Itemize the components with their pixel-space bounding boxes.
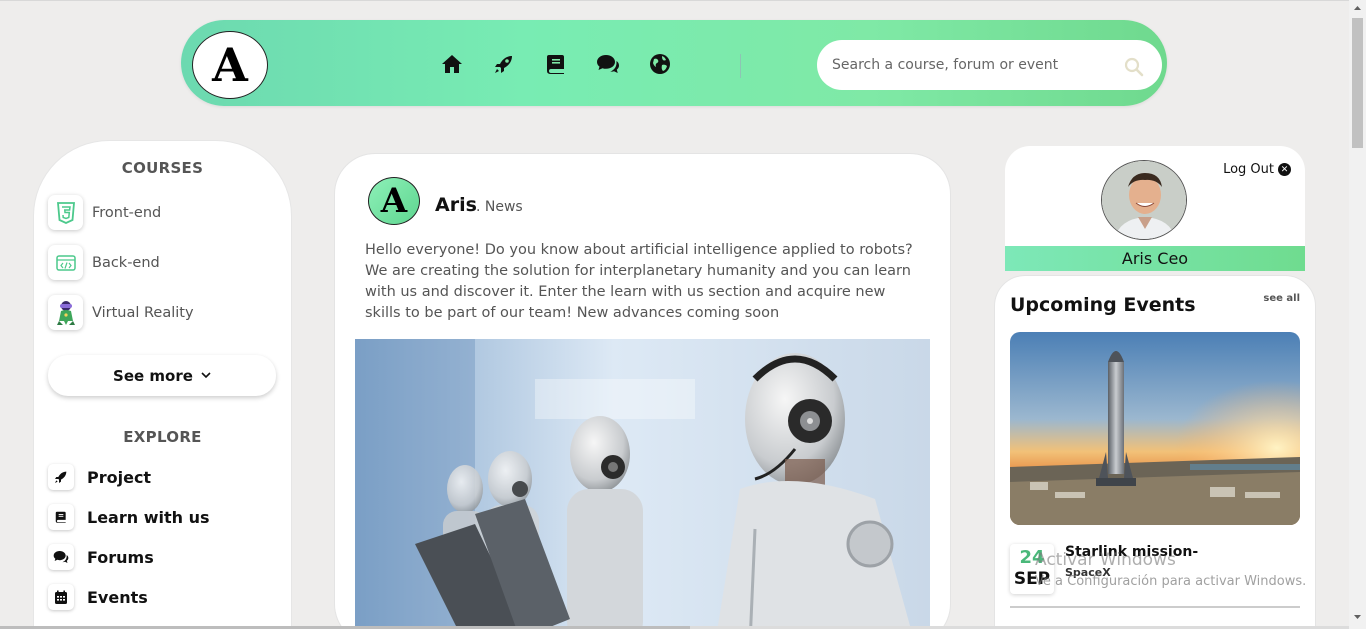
see-all-link[interactable]: see all [1263, 293, 1300, 304]
profile-name: Aris Ceo [1005, 246, 1305, 271]
rocket-icon[interactable] [490, 50, 518, 78]
profile-photo[interactable] [1101, 160, 1187, 240]
book-icon[interactable] [542, 50, 570, 78]
search-icon[interactable] [1124, 57, 1144, 77]
course-label: Front-end [92, 204, 162, 221]
author-avatar[interactable]: A [368, 177, 420, 225]
top-border [0, 0, 1366, 1]
explore-label: Events [87, 587, 148, 607]
explore-label: Learn with us [87, 507, 210, 527]
post-image-robots [355, 339, 930, 629]
left-sidebar: COURSES Front-end Back-end Virtual Reali… [34, 141, 291, 629]
post-author[interactable]: Aris [435, 194, 477, 216]
logout-label: Log Out [1223, 162, 1274, 177]
explore-item-learn-with-us[interactable]: Learn with us [48, 504, 209, 530]
html5-icon [48, 195, 83, 230]
course-label: Virtual Reality [92, 304, 194, 321]
windows-activation-subtitle: Ve a Configuración para activar Windows. [1035, 574, 1307, 589]
chat-bubbles-icon [48, 544, 74, 570]
explore-heading: EXPLORE [123, 428, 202, 446]
close-circle-icon: ✕ [1278, 163, 1291, 176]
rocket-icon [48, 464, 74, 490]
windows-activation-title: Activar Windows [1035, 550, 1176, 570]
see-more-label: See more [113, 366, 193, 385]
explore-item-events[interactable]: Events [48, 584, 148, 610]
calendar-icon [48, 584, 74, 610]
vertical-scrollbar[interactable] [1349, 0, 1366, 629]
scroll-up-arrow-icon[interactable] [1353, 4, 1362, 13]
chevron-down-icon [201, 372, 211, 379]
course-item-virtual-reality[interactable]: Virtual Reality [48, 295, 194, 330]
course-label: Back-end [92, 254, 160, 271]
home-icon[interactable] [438, 50, 466, 78]
post-body: Hello everyone! Do you know about artifi… [365, 242, 913, 321]
main-nav [438, 50, 674, 78]
code-window-icon [48, 245, 83, 280]
event-divider [1010, 606, 1300, 608]
course-item-back-end[interactable]: Back-end [48, 245, 160, 280]
search-input[interactable] [832, 40, 1122, 90]
see-more-button[interactable]: See more [48, 355, 276, 396]
explore-item-project[interactable]: Project [48, 464, 151, 490]
course-item-front-end[interactable]: Front-end [48, 195, 161, 230]
logout-button[interactable]: Log Out ✕ [1223, 162, 1291, 177]
site-logo[interactable]: A [192, 31, 268, 99]
chat-bubbles-icon[interactable] [594, 50, 622, 78]
scroll-down-arrow-icon[interactable] [1353, 612, 1362, 621]
search-bar [817, 40, 1162, 90]
vr-character-icon [48, 295, 83, 330]
scroll-thumb[interactable] [1352, 18, 1363, 148]
profile-card: Log Out ✕ Aris Ceo [1005, 146, 1305, 271]
event-image-starship[interactable] [1010, 332, 1300, 525]
courses-heading: COURSES [121, 159, 204, 177]
explore-item-forums[interactable]: Forums [48, 544, 154, 570]
post-category: . News [476, 199, 523, 215]
news-post-card: A Aris . News Hello everyone! Do you kno… [335, 154, 950, 629]
nav-separator [740, 54, 741, 78]
book-icon [48, 504, 74, 530]
events-heading: Upcoming Events [1010, 294, 1196, 316]
explore-label: Project [87, 467, 152, 487]
top-navigation-bar: A [181, 20, 1167, 106]
globe-icon[interactable] [646, 50, 674, 78]
explore-label: Forums [87, 547, 154, 567]
